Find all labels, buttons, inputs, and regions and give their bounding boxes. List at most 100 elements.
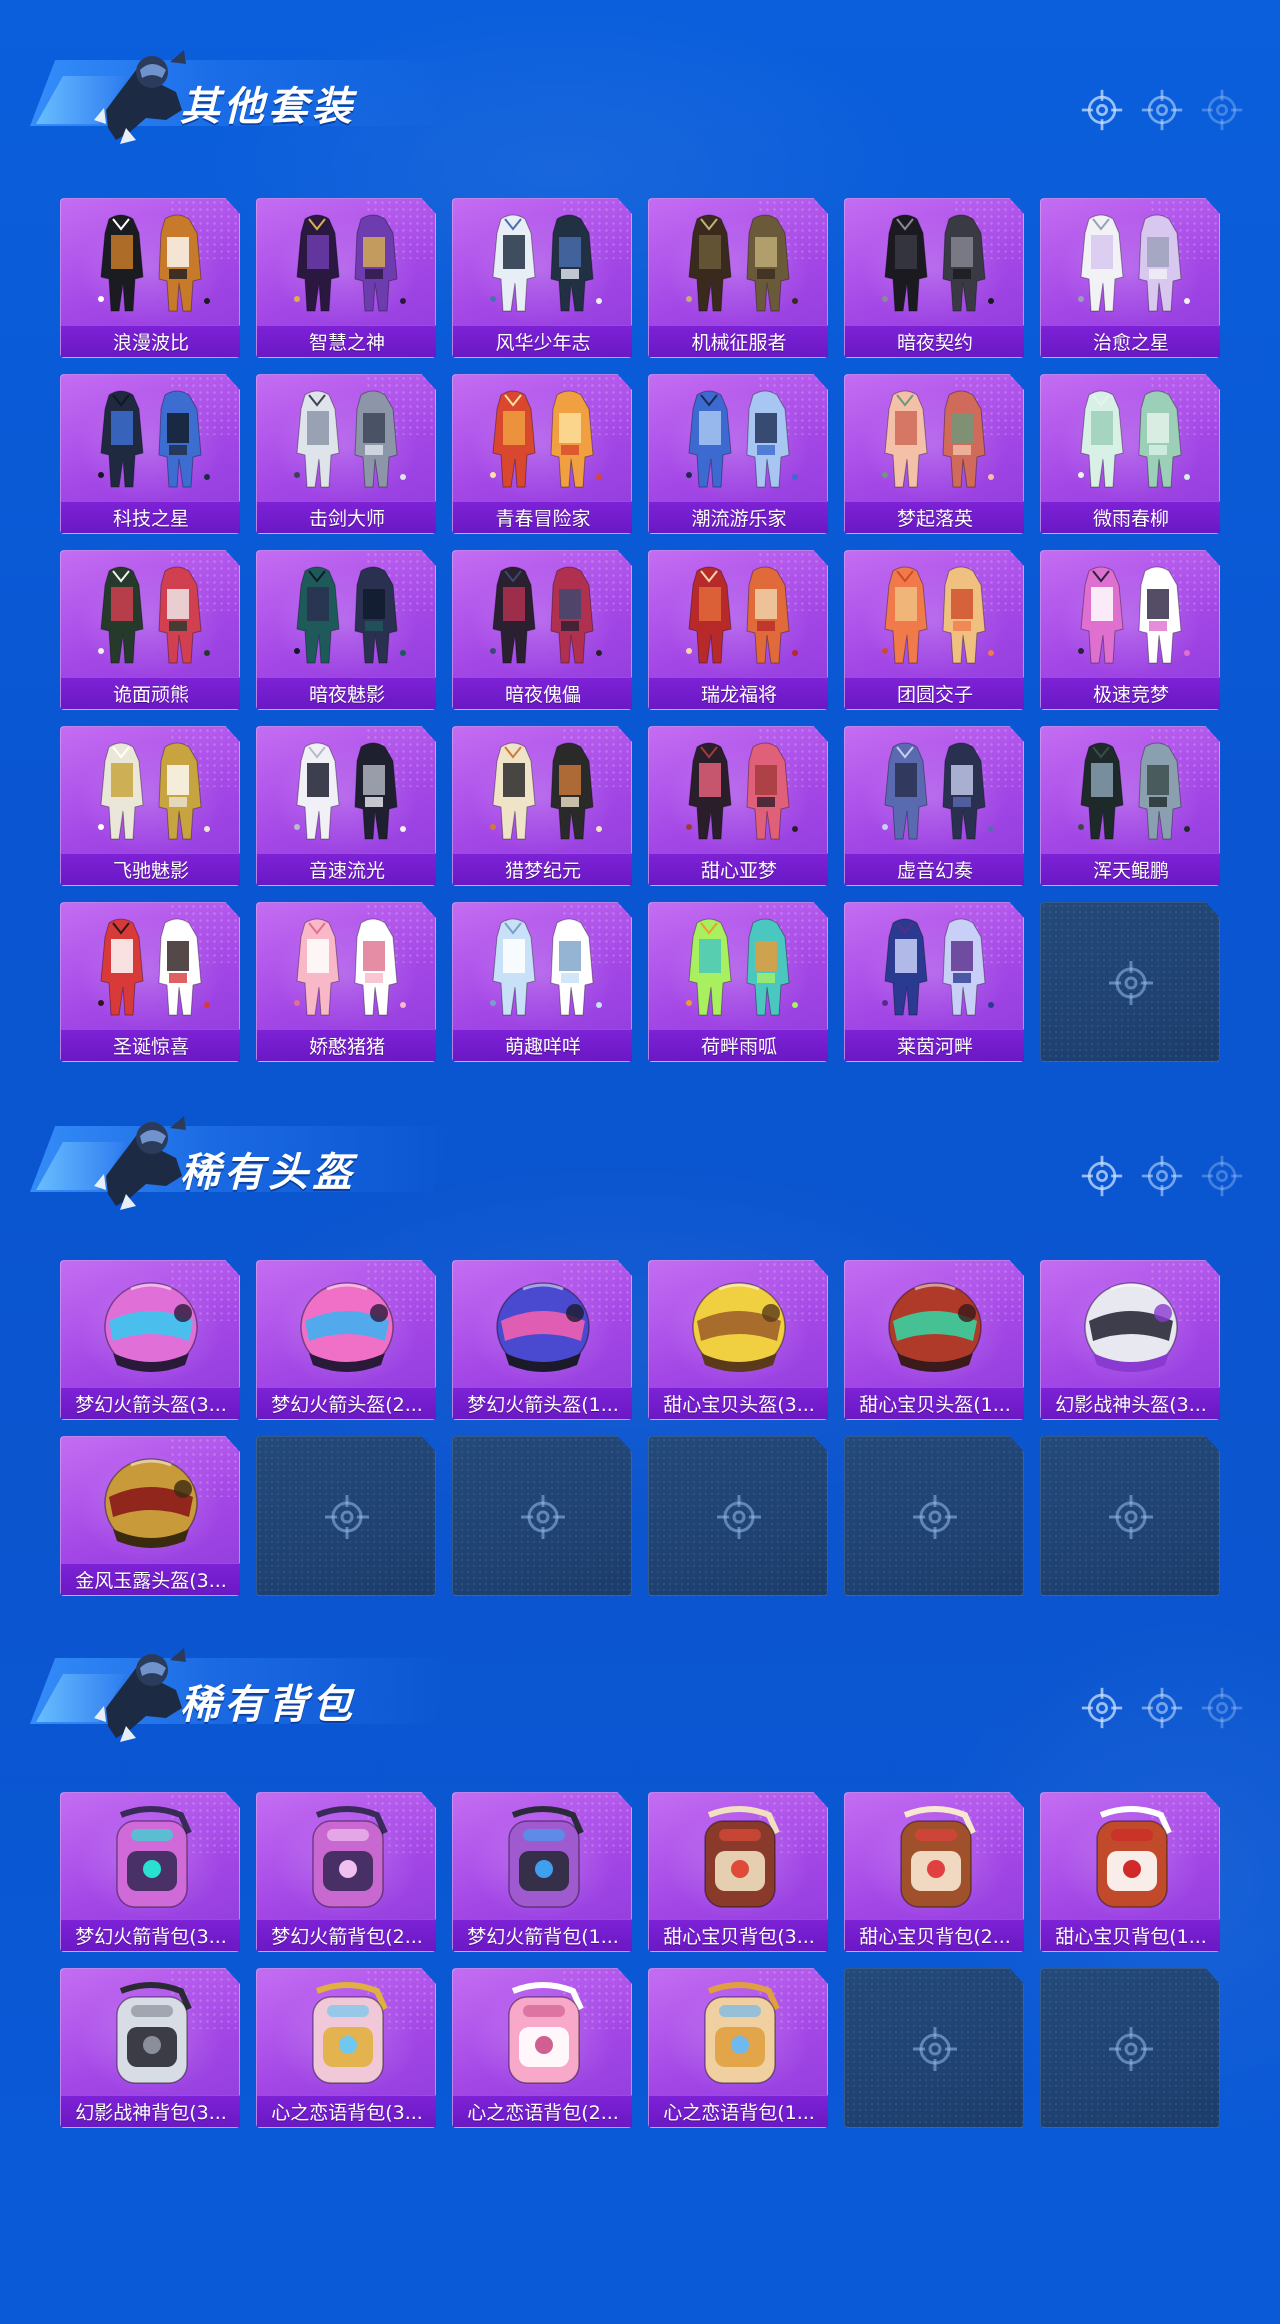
item-card[interactable]: 莱茵河畔: [844, 902, 1024, 1062]
item-label-bar: 暗夜魅影: [257, 677, 436, 709]
item-label-bar: 梦幻火箭背包(2...: [257, 1919, 436, 1951]
outfit-icon: [294, 566, 406, 664]
empty-slot: [648, 1436, 828, 1596]
item-card[interactable]: 梦幻火箭头盔(3...: [60, 1260, 240, 1420]
item-card[interactable]: 猎梦纪元: [452, 726, 632, 886]
item-card[interactable]: 暗夜魅影: [256, 550, 436, 710]
item-card[interactable]: 娇憨猪猪: [256, 902, 436, 1062]
item-card[interactable]: 瑞龙福将: [648, 550, 828, 710]
backpack-icon: [116, 1982, 192, 2084]
item-card[interactable]: 梦幻火箭背包(3...: [60, 1792, 240, 1952]
item-label: 甜心宝贝背包(2...: [859, 1926, 1011, 1948]
empty-slot: [256, 1436, 436, 1596]
item-card[interactable]: 科技之星: [60, 374, 240, 534]
item-card[interactable]: 甜心宝贝背包(2...: [844, 1792, 1024, 1952]
item-label: 心之恋语背包(2...: [467, 2102, 619, 2124]
target-icons: [1081, 88, 1260, 136]
backpack-icon: [704, 1982, 780, 2084]
item-card[interactable]: 微雨春柳: [1040, 374, 1220, 534]
item-card[interactable]: 心之恋语背包(2...: [452, 1968, 632, 2128]
item-label: 潮流游乐家: [691, 508, 787, 530]
backpack-icon: [900, 1806, 976, 1908]
item-card[interactable]: 梦幻火箭头盔(2...: [256, 1260, 436, 1420]
item-label-bar: 瑞龙福将: [649, 677, 828, 709]
item-label-bar: 诡面顽熊: [61, 677, 240, 709]
item-label-bar: 莱茵河畔: [845, 1029, 1024, 1061]
empty-slot: [844, 1436, 1024, 1596]
target-icons: [1081, 1686, 1260, 1734]
item-card[interactable]: 心之恋语背包(3...: [256, 1968, 436, 2128]
item-card[interactable]: 幻影战神背包(3...: [60, 1968, 240, 2128]
item-card[interactable]: 幻影战神头盔(3...: [1040, 1260, 1220, 1420]
item-card[interactable]: 风华少年志: [452, 198, 632, 358]
item-card[interactable]: 音速流光: [256, 726, 436, 886]
item-card[interactable]: 潮流游乐家: [648, 374, 828, 534]
crosshair-icon: [1081, 89, 1123, 131]
crosshair-icon: [1141, 1687, 1183, 1729]
item-label: 猎梦纪元: [504, 860, 581, 882]
item-label: 极速竞梦: [1092, 684, 1169, 706]
item-card[interactable]: 甜心宝贝背包(3...: [648, 1792, 828, 1952]
item-label-bar: 浪漫波比: [61, 325, 240, 357]
item-card[interactable]: 圣诞惊喜: [60, 902, 240, 1062]
outfit-icon: [490, 742, 602, 840]
outfit-icon: [98, 566, 210, 664]
item-card[interactable]: 智慧之神: [256, 198, 436, 358]
item-label-bar: 虚音幻奏: [845, 853, 1024, 885]
item-card[interactable]: 梦幻火箭背包(2...: [256, 1792, 436, 1952]
item-card[interactable]: 梦幻火箭头盔(1...: [452, 1260, 632, 1420]
item-card[interactable]: 甜心亚梦: [648, 726, 828, 886]
item-label-bar: 梦幻火箭头盔(2...: [257, 1387, 436, 1419]
target-icons: [1081, 1154, 1260, 1202]
item-label-bar: 团圆交子: [845, 677, 1024, 709]
item-card[interactable]: 虚音幻奏: [844, 726, 1024, 886]
item-label: 荷畔雨呱: [700, 1036, 777, 1058]
item-card[interactable]: 诡面顽熊: [60, 550, 240, 710]
outfit-icon: [1078, 390, 1190, 488]
item-card[interactable]: 浑天鲲鹏: [1040, 726, 1220, 886]
item-label: 金风玉露头盔(3...: [75, 1570, 227, 1592]
item-label-bar: 极速竞梦: [1041, 677, 1220, 709]
item-card[interactable]: 团圆交子: [844, 550, 1024, 710]
item-label-bar: 甜心亚梦: [649, 853, 828, 885]
item-card[interactable]: 萌趣咩咩: [452, 902, 632, 1062]
outfit-icon: [294, 918, 406, 1016]
item-card[interactable]: 荷畔雨呱: [648, 902, 828, 1062]
item-card[interactable]: 浪漫波比: [60, 198, 240, 358]
item-label: 梦幻火箭头盔(3...: [75, 1394, 227, 1416]
item-label-bar: 圣诞惊喜: [61, 1029, 240, 1061]
section-header: 稀有头盔: [30, 1096, 1260, 1216]
item-card[interactable]: 金风玉露头盔(3...: [60, 1436, 240, 1596]
item-label: 甜心宝贝头盔(1...: [859, 1394, 1011, 1416]
item-card[interactable]: 心之恋语背包(1...: [648, 1968, 828, 2128]
item-card[interactable]: 甜心宝贝头盔(1...: [844, 1260, 1024, 1420]
item-card[interactable]: 梦幻火箭背包(1...: [452, 1792, 632, 1952]
outfit-icon: [882, 918, 994, 1016]
item-card[interactable]: 飞驰魅影: [60, 726, 240, 886]
item-card[interactable]: 梦起落英: [844, 374, 1024, 534]
item-card[interactable]: 甜心宝贝背包(1...: [1040, 1792, 1220, 1952]
item-card[interactable]: 暗夜傀儡: [452, 550, 632, 710]
crosshair-icon: [1109, 2027, 1153, 2071]
item-label: 科技之星: [112, 508, 189, 530]
item-label: 智慧之神: [308, 332, 385, 354]
item-card[interactable]: 暗夜契约: [844, 198, 1024, 358]
empty-slot: [1040, 1436, 1220, 1596]
item-label-bar: 潮流游乐家: [649, 501, 828, 533]
item-label: 心之恋语背包(3...: [271, 2102, 423, 2124]
item-card[interactable]: 青春冒险家: [452, 374, 632, 534]
item-label-bar: 娇憨猪猪: [257, 1029, 436, 1061]
item-label: 飞驰魅影: [112, 860, 189, 882]
item-card[interactable]: 治愈之星: [1040, 198, 1220, 358]
item-card[interactable]: 甜心宝贝头盔(3...: [648, 1260, 828, 1420]
item-label-bar: 甜心宝贝头盔(3...: [649, 1387, 828, 1419]
item-label: 甜心亚梦: [700, 860, 777, 882]
item-card[interactable]: 机械征服者: [648, 198, 828, 358]
helmet-icon: [300, 1282, 394, 1372]
outfit-icon: [98, 390, 210, 488]
item-label: 虚音幻奏: [896, 860, 973, 882]
outfit-icon: [882, 742, 994, 840]
item-card[interactable]: 极速竞梦: [1040, 550, 1220, 710]
item-card[interactable]: 击剑大师: [256, 374, 436, 534]
section-rare-helmets: 稀有头盔 梦幻火箭头盔(3... 梦幻火箭头盔(2... 梦幻火箭头盔(1... 甜心…: [0, 1096, 1280, 1606]
